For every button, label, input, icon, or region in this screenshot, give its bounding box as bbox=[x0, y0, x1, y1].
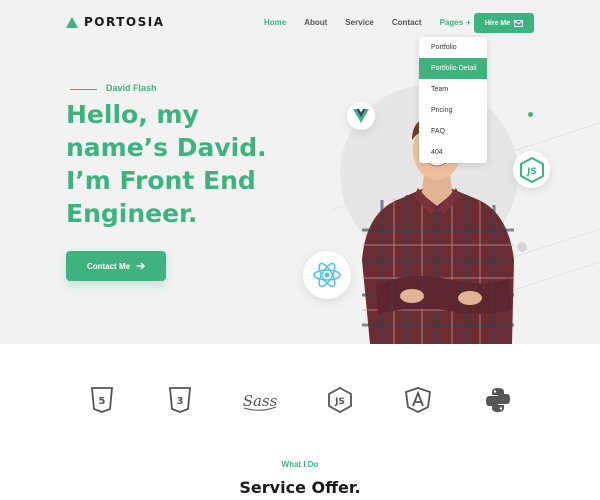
react-icon bbox=[313, 262, 341, 288]
plus-icon: + bbox=[466, 18, 471, 27]
python-icon bbox=[484, 386, 512, 414]
tech-logos-row: 5 3 Sass JS bbox=[0, 386, 600, 416]
logo-text: PORTOSIA bbox=[84, 15, 165, 29]
dropdown-item-404[interactable]: 404 bbox=[419, 142, 487, 163]
logo-triangle-icon bbox=[66, 16, 78, 28]
nav-pages[interactable]: Pages + bbox=[440, 18, 471, 27]
dropdown-item-pricing[interactable]: Pricing bbox=[419, 100, 487, 121]
headline-line: Engineer. bbox=[66, 199, 198, 228]
nav-about[interactable]: About bbox=[304, 18, 327, 27]
svg-text:JS: JS bbox=[334, 397, 345, 407]
hero-subtitle: David Flash bbox=[106, 83, 157, 93]
dropdown-item-faq[interactable]: FAQ bbox=[419, 121, 487, 142]
hero-headline: Hello, my name’s David. I’m Front End En… bbox=[66, 98, 306, 230]
hero-section: PORTOSIA Home About Service Contact Page… bbox=[0, 0, 600, 344]
react-badge bbox=[303, 251, 351, 299]
decor-dot bbox=[528, 112, 533, 117]
nav-pages-label: Pages bbox=[439, 18, 464, 27]
headline-line: name’s David. bbox=[66, 133, 267, 162]
nodejs-icon: JS bbox=[519, 156, 544, 183]
nav-contact[interactable]: Contact bbox=[392, 18, 422, 27]
vue-icon bbox=[353, 109, 369, 123]
contact-me-button[interactable]: Contact Me bbox=[66, 251, 166, 281]
nav-home[interactable]: Home bbox=[264, 18, 286, 27]
svg-text:JS: JS bbox=[526, 167, 537, 177]
nodejs-badge: JS bbox=[513, 151, 550, 188]
pages-dropdown-menu: Portfolio Portfolio Detail Team Pricing … bbox=[419, 37, 487, 163]
mail-icon bbox=[514, 19, 524, 27]
css3-icon: 3 bbox=[166, 386, 194, 414]
sass-icon: Sass bbox=[240, 386, 280, 414]
hire-me-button[interactable]: Hire Me bbox=[474, 13, 534, 33]
vue-badge bbox=[347, 102, 375, 130]
main-nav: Home About Service Contact Pages + bbox=[264, 18, 489, 27]
html5-icon: 5 bbox=[88, 386, 116, 414]
svg-text:5: 5 bbox=[99, 396, 106, 407]
angular-icon bbox=[404, 386, 432, 414]
subtitle-line bbox=[70, 89, 97, 90]
hire-me-label: Hire Me bbox=[484, 19, 511, 27]
headline-line: Hello, my bbox=[66, 100, 199, 129]
logo[interactable]: PORTOSIA bbox=[66, 15, 164, 29]
headline-line: I’m Front End bbox=[66, 166, 256, 195]
nav-service[interactable]: Service bbox=[345, 18, 373, 27]
svg-text:3: 3 bbox=[177, 396, 184, 407]
dropdown-item-portfolio[interactable]: Portfolio bbox=[419, 37, 487, 58]
dropdown-item-team[interactable]: Team bbox=[419, 79, 487, 100]
dropdown-item-portfolio-detail[interactable]: Portfolio Detail bbox=[419, 58, 487, 79]
contact-me-label: Contact Me bbox=[86, 261, 131, 271]
nodejs-icon: JS bbox=[326, 386, 354, 414]
svg-text:Sass: Sass bbox=[243, 392, 278, 410]
services-tag: What I Do bbox=[281, 460, 319, 469]
arrow-right-icon bbox=[136, 262, 146, 270]
services-title: Service Offer. bbox=[239, 478, 361, 497]
